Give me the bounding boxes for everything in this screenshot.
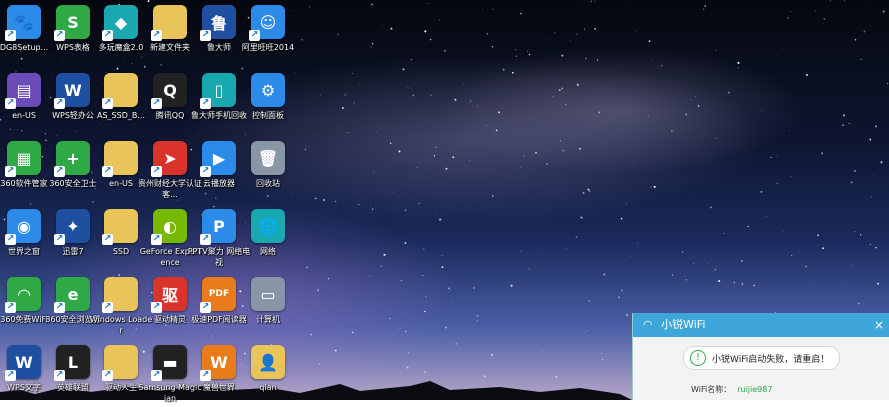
shortcut-arrow-icon: ↗: [102, 234, 113, 245]
desktop-icon-label: 计算机: [236, 314, 300, 325]
shortcut-arrow-icon: ↗: [249, 30, 260, 41]
recycle-bin-icon: 🗑: [251, 141, 285, 175]
wps-writer-icon: W↗: [7, 345, 41, 379]
error-message-pill: ! 小锐WiFi启动失败，请重启！: [683, 346, 840, 370]
desktop-icon[interactable]: ☺↗ 阿里旺旺2014: [236, 3, 300, 67]
shortcut-arrow-icon: ↗: [151, 370, 162, 381]
shortcut-arrow-icon: ↗: [5, 234, 16, 245]
desktop-icon[interactable]: 🗑 回收站: [236, 139, 300, 203]
shortcut-arrow-icon: ↗: [151, 166, 162, 177]
alert-icon: !: [690, 350, 706, 366]
wifi-name-label: WiFi名称：: [691, 385, 731, 394]
shortcut-arrow-icon: ↗: [200, 30, 211, 41]
shortcut-arrow-icon: ↗: [54, 30, 65, 41]
wps-spreadsheet-icon: S↗: [56, 5, 90, 39]
360-security-icon: +↗: [56, 141, 90, 175]
folder-icon: ↗: [104, 141, 138, 175]
wifi-icon: ◠: [643, 313, 653, 337]
shortcut-arrow-icon: ↗: [5, 98, 16, 109]
cloud-player-icon: ▶↗: [202, 141, 236, 175]
wps-light-office-icon: W↗: [56, 73, 90, 107]
shortcut-arrow-icon: ↗: [54, 370, 65, 381]
desktop-icon[interactable]: 👤 qian: [236, 343, 300, 407]
360-software-manager-icon: ▦↗: [7, 141, 41, 175]
xiaorui-wifi-notification: ◠ 小锐WiFi × ! 小锐WiFi启动失败，请重启！ WiFi名称： ruij…: [632, 313, 889, 400]
baidu-paw-icon: 🐾↗: [7, 5, 41, 39]
user-folder-icon: 👤: [251, 345, 285, 379]
computer-icon: ▭: [251, 277, 285, 311]
network-globe-icon: 🌐: [251, 209, 285, 243]
desktop-icon[interactable]: 🌐 网络: [236, 207, 300, 271]
folder-icon: ↗: [104, 277, 138, 311]
shortcut-arrow-icon: ↗: [200, 98, 211, 109]
warcraft-icon: W↗: [202, 345, 236, 379]
shortcut-arrow-icon: ↗: [5, 30, 16, 41]
shortcut-arrow-icon: ↗: [200, 370, 211, 381]
thunder-icon: ✦↗: [56, 209, 90, 243]
pdf-reader-icon: PDF↗: [202, 277, 236, 311]
close-icon[interactable]: ×: [874, 313, 884, 337]
shortcut-arrow-icon: ↗: [151, 302, 162, 313]
control-panel-icon: ⚙: [251, 73, 285, 107]
shortcut-arrow-icon: ↗: [5, 302, 16, 313]
shortcut-arrow-icon: ↗: [102, 370, 113, 381]
popup-header: ◠ 小锐WiFi ×: [633, 313, 889, 337]
phone-recycle-icon: ▯↗: [202, 73, 236, 107]
desktop-icon-label: 阿里旺旺2014: [236, 42, 300, 53]
duowan-box-icon: ◆↗: [104, 5, 138, 39]
360-browser-icon: e↗: [56, 277, 90, 311]
university-auth-icon: ➤↗: [153, 141, 187, 175]
league-of-legends-icon: L↗: [56, 345, 90, 379]
shortcut-arrow-icon: ↗: [102, 30, 113, 41]
folder-icon: ↗: [104, 345, 138, 379]
desktop-icon-label: qian: [236, 382, 300, 393]
desktop-icon-label: 回收站: [236, 178, 300, 189]
shortcut-arrow-icon: ↗: [200, 166, 211, 177]
shortcut-arrow-icon: ↗: [151, 98, 162, 109]
wifi-name-row: WiFi名称： ruijie987: [691, 384, 889, 395]
aliwangwang-icon: ☺↗: [251, 5, 285, 39]
shortcut-arrow-icon: ↗: [151, 30, 162, 41]
shortcut-arrow-icon: ↗: [200, 234, 211, 245]
desktop-icon[interactable]: ⚙ 控制面板: [236, 71, 300, 135]
360-wifi-icon: ◠↗: [7, 277, 41, 311]
ludashi-icon: 鲁↗: [202, 5, 236, 39]
popup-title: 小锐WiFi: [661, 318, 705, 331]
folder-icon: ↗: [153, 5, 187, 39]
qq-penguin-icon: Q↗: [153, 73, 187, 107]
driver-genius-icon: 驱↗: [153, 277, 187, 311]
folder-icon: ↗: [104, 209, 138, 243]
theworld-browser-icon: ◉↗: [7, 209, 41, 243]
desktop-icon-label: 控制面板: [236, 110, 300, 121]
shortcut-arrow-icon: ↗: [5, 166, 16, 177]
shortcut-arrow-icon: ↗: [54, 98, 65, 109]
samsung-magician-icon: ▬↗: [153, 345, 187, 379]
winrar-icon: ▤↗: [7, 73, 41, 107]
folder-icon: ↗: [104, 73, 138, 107]
desktop-icon[interactable]: ▭ 计算机: [236, 275, 300, 339]
shortcut-arrow-icon: ↗: [200, 302, 211, 313]
error-message-text: 小锐WiFi启动失败，请重启！: [712, 352, 829, 365]
shortcut-arrow-icon: ↗: [5, 370, 16, 381]
pptv-icon: P↗: [202, 209, 236, 243]
shortcut-arrow-icon: ↗: [102, 302, 113, 313]
shortcut-arrow-icon: ↗: [102, 98, 113, 109]
shortcut-arrow-icon: ↗: [102, 166, 113, 177]
shortcut-arrow-icon: ↗: [54, 234, 65, 245]
shortcut-arrow-icon: ↗: [151, 234, 162, 245]
wifi-name-value: ruijie987: [737, 385, 772, 394]
shortcut-arrow-icon: ↗: [54, 166, 65, 177]
shortcut-arrow-icon: ↗: [54, 302, 65, 313]
desktop-icon-label: 网络: [236, 246, 300, 257]
geforce-icon: ◐↗: [153, 209, 187, 243]
